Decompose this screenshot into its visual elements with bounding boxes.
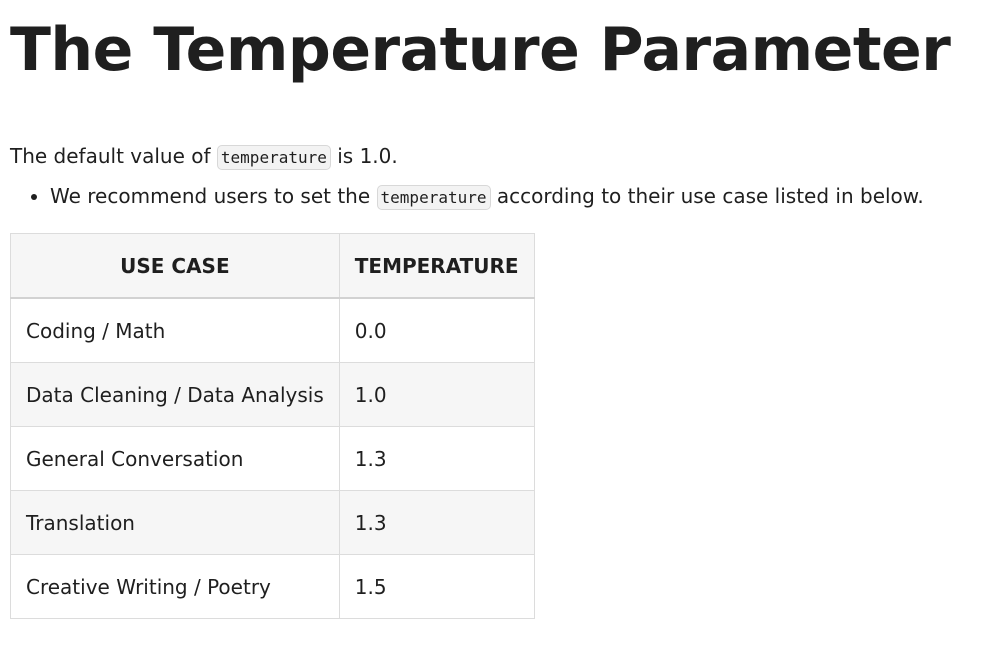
intro-paragraph: The default value of temperature is 1.0. xyxy=(10,142,398,172)
bullet-prefix: We recommend users to set the xyxy=(50,184,377,208)
table-row: Translation 1.3 xyxy=(10,490,535,555)
table-row: Creative Writing / Poetry 1.5 xyxy=(10,554,535,619)
temperature-cell: 1.5 xyxy=(338,554,535,619)
temperature-cell: 1.0 xyxy=(338,362,535,427)
table-row: Data Cleaning / Data Analysis 1.0 xyxy=(10,362,535,427)
use-case-cell: General Conversation xyxy=(10,426,340,491)
list-item: We recommend users to set the temperatur… xyxy=(50,182,924,212)
bullet-list: We recommend users to set the temperatur… xyxy=(10,182,924,212)
inline-code: temperature xyxy=(376,185,491,210)
header-temperature: TEMPERATURE xyxy=(338,233,535,299)
use-case-cell: Creative Writing / Poetry xyxy=(10,554,340,619)
temperature-cell: 0.0 xyxy=(338,297,535,363)
use-case-cell: Translation xyxy=(10,490,340,555)
intro-prefix: The default value of xyxy=(10,144,217,168)
inline-code: temperature xyxy=(216,145,331,170)
bullet-suffix: according to their use case listed in be… xyxy=(490,184,924,208)
use-case-cell: Coding / Math xyxy=(10,297,340,363)
table-header-row: USE CASE TEMPERATURE xyxy=(10,233,535,299)
intro-suffix: is 1.0. xyxy=(330,144,398,168)
table-row: General Conversation 1.3 xyxy=(10,426,535,491)
page-title: The Temperature Parameter xyxy=(10,15,951,85)
table-row: Coding / Math 0.0 xyxy=(10,297,535,363)
temperature-cell: 1.3 xyxy=(338,490,535,555)
temperature-cell: 1.3 xyxy=(338,426,535,491)
header-use-case: USE CASE xyxy=(10,233,340,299)
use-case-cell: Data Cleaning / Data Analysis xyxy=(10,362,340,427)
temperature-table: USE CASE TEMPERATURE Coding / Math 0.0 D… xyxy=(10,233,535,619)
